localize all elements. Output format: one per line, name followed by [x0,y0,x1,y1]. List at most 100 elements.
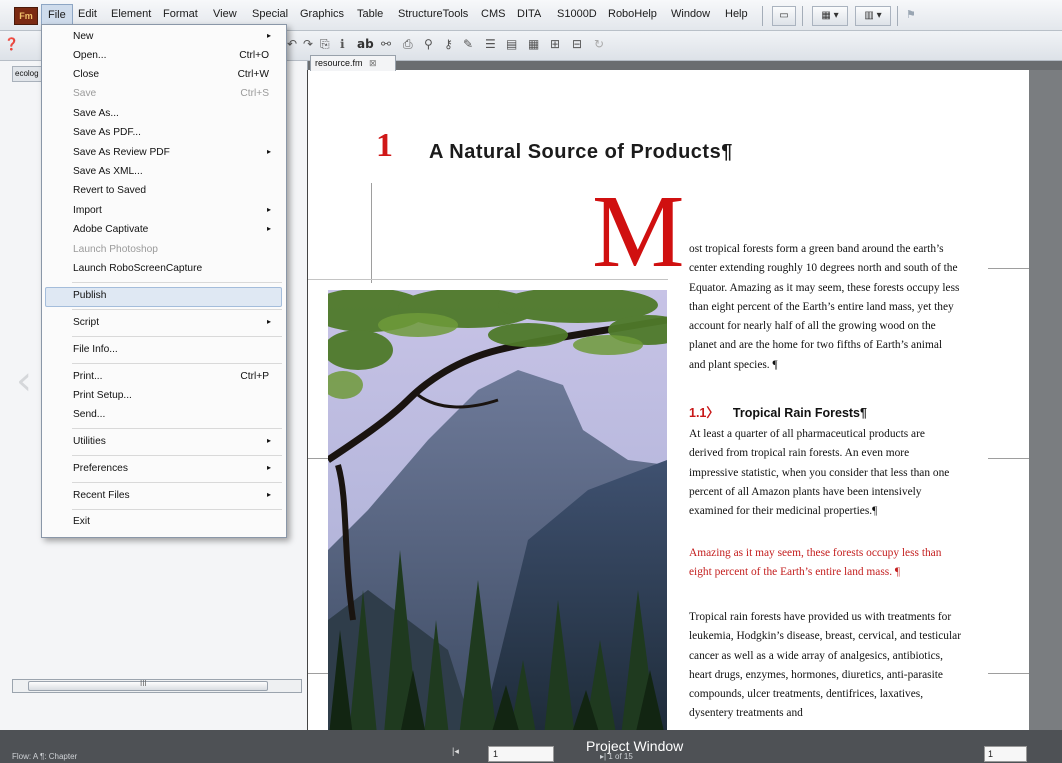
menu-dita[interactable]: DITA [517,8,541,20]
menu-separator [72,309,282,310]
menu-special[interactable]: Special [252,8,288,20]
menu-s1000d[interactable]: S1000D [557,8,597,20]
menu-item-publish[interactable]: Publish [45,287,282,307]
menu-item-new[interactable]: New ▸ [73,31,283,42]
menu-element[interactable]: Element [111,8,151,20]
sync-icon[interactable]: ⚑ [906,8,916,21]
menubar-separator [897,6,898,26]
column-guide [371,183,372,283]
menu-item-send[interactable]: Send... [73,409,283,420]
forest-photo [328,290,667,745]
page-number-field[interactable]: 1 [488,746,554,762]
menu-item-save-as-review-pdf[interactable]: Save As Review PDF ▸ [73,147,283,158]
menu-item-preferences[interactable]: Preferences ▸ [73,463,283,474]
menu-edit[interactable]: Edit [78,8,97,20]
scrollbar-thumb[interactable] [28,681,268,691]
align-icon[interactable]: ☰ [485,37,496,51]
document-tab[interactable]: resource.fm ⊠ [310,55,396,71]
menu-item-file-info[interactable]: File Info... [73,344,283,355]
menu-item-open[interactable]: Open... Ctrl+O [73,50,283,61]
menu-window[interactable]: Window [671,8,710,20]
paste-icon[interactable]: ⎘ [320,37,330,52]
section-title: Tropical Rain Forests¶ [732,406,867,420]
menu-item-import[interactable]: Import ▸ [73,205,283,216]
menu-item-save-as-xml[interactable]: Save As XML... [73,166,283,177]
panel-toggle-icon[interactable]: ▭ [772,6,796,26]
menu-separator [72,455,282,456]
insert-crossref-icon[interactable]: ⎙ [403,37,413,52]
scrollbar-grip: III [140,679,147,688]
project-window-label: Project Window [586,738,684,754]
body-paragraph: At least a quarter of all pharmaceutical… [689,428,950,518]
menu-separator [72,282,282,283]
flow-status: Flow: A ¶: Chapter [12,752,78,761]
find-icon[interactable]: ⚷ [444,37,453,51]
menu-item-adobe-captivate[interactable]: Adobe Captivate ▸ [73,224,283,235]
thesaurus-icon[interactable]: ✎ [463,37,473,51]
section-number: 1.1〉 [689,406,719,420]
chapter-number: 1 [376,127,393,164]
track-text-icon[interactable]: ℹ [340,37,345,51]
submenu-arrow-icon: ▸ [266,463,271,472]
menu-cms[interactable]: CMS [481,8,505,20]
menu-separator [72,509,282,510]
menu-item-print[interactable]: Print... Ctrl+P [73,371,283,382]
menu-robohelp[interactable]: RoboHelp [608,8,657,20]
file-menu-dropdown: New ▸ Open... Ctrl+O Close Ctrl+W Save Ctrl+… [41,24,287,538]
submenu-arrow-icon: ▸ [266,205,271,214]
menu-separator [72,363,282,364]
menu-help[interactable]: Help [725,8,748,20]
menu-separator [72,482,282,483]
menu-item-utilities[interactable]: Utilities ▸ [73,436,283,447]
menu-graphics[interactable]: Graphics [300,8,344,20]
close-icon[interactable]: ⊠ [369,58,377,68]
help-icon[interactable]: ❓ [4,37,19,51]
menubar-separator [762,6,763,26]
chevron-left-icon[interactable]: ‹ [16,358,32,404]
submenu-arrow-icon: ▸ [266,147,271,156]
document-tab-label: resource.fm [315,58,363,68]
equation-icon[interactable]: ⊟ [572,37,582,51]
spelling-icon[interactable]: ab [357,37,374,51]
menu-item-print-setup[interactable]: Print Setup... [73,390,283,401]
insert-variable-icon[interactable]: ⚯ [381,37,391,51]
submenu-arrow-icon: ▸ [266,31,271,40]
arrange-documents-icon[interactable]: ▥ ▾ [855,6,891,26]
workspace-layout-icon[interactable]: ▦ ▾ [812,6,848,26]
menu-item-revert-to-saved[interactable]: Revert to Saved [73,185,283,196]
menu-item-launch-photoshop[interactable]: Launch Photoshop [73,244,283,255]
paragraph-designer-icon[interactable]: ▤ [506,37,517,51]
table-icon[interactable]: ▦ [528,37,539,51]
menu-item-launch-roboscreencapture[interactable]: Launch RoboScreenCapture [73,263,283,274]
menu-format[interactable]: Format [163,8,198,20]
insert-marker-icon[interactable]: ⚲ [424,37,433,51]
menu-item-script[interactable]: Script ▸ [73,317,283,328]
menu-item-save-as-pdf[interactable]: Save As PDF... [73,127,283,138]
redo-icon[interactable]: ↷ [303,37,313,51]
submenu-arrow-icon: ▸ [266,436,271,445]
anchored-frame-icon[interactable]: ⊞ [550,37,560,51]
menu-file[interactable]: File [41,4,73,25]
zoom-field[interactable]: 1 [984,746,1027,762]
undo-icon[interactable]: ↶ [287,37,297,51]
menu-structuretools[interactable]: StructureTools [398,8,468,20]
menubar-separator [802,6,803,26]
menu-separator [72,428,282,429]
menu-item-save[interactable]: Save Ctrl+S [73,88,283,99]
drop-cap: M [592,174,685,289]
margin-guide [308,673,328,674]
margin-guide [308,458,328,459]
pasteboard [1029,70,1062,730]
chapter-title: A Natural Source of Products¶ [429,141,733,163]
menu-item-recent-files[interactable]: Recent Files ▸ [73,490,283,501]
menu-table[interactable]: Table [357,8,383,20]
menu-item-exit[interactable]: Exit [73,516,283,527]
section-heading: 1.1〉 Tropical Rain Forests¶ [689,402,867,421]
menu-item-close[interactable]: Close Ctrl+W [73,69,283,80]
first-page-button[interactable]: |◂ [452,746,459,757]
margin-guide [988,268,1029,269]
refresh-icon[interactable]: ↻ [594,37,604,51]
menu-separator [72,336,282,337]
menu-view[interactable]: View [213,8,237,20]
menu-item-save-as[interactable]: Save As... [73,108,283,119]
